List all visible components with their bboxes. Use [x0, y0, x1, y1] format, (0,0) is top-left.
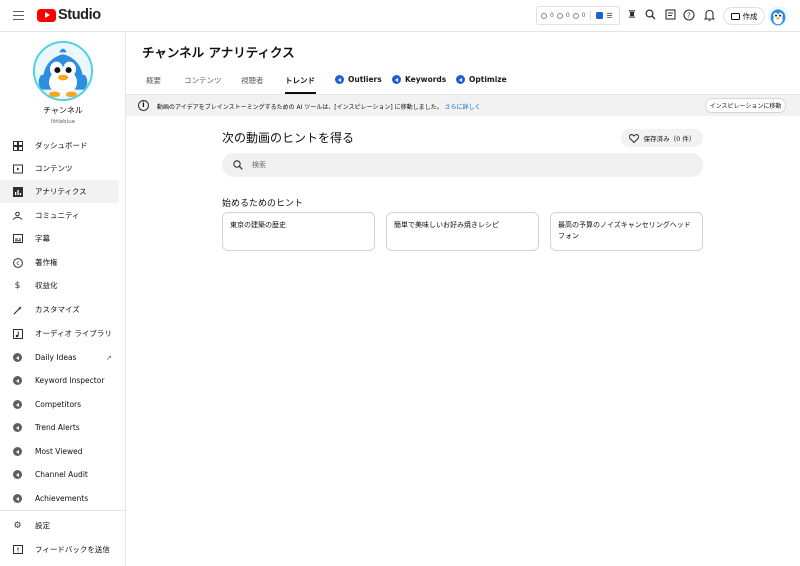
analytics-icon	[12, 186, 23, 197]
studio-logo[interactable]: Studio	[37, 7, 101, 23]
section-title: 次の動画のヒントを得る	[222, 131, 355, 145]
audio-library-icon	[12, 328, 23, 339]
content-icon	[12, 163, 23, 174]
subtitles-icon	[12, 233, 23, 244]
counter-value: 0	[550, 12, 554, 19]
channel-name: チャンネル	[43, 106, 83, 115]
search-placeholder: 検索	[252, 161, 266, 169]
sidebar-item-audio-library[interactable]: オーディオ ライブラリ	[0, 322, 119, 345]
dollar-icon: $	[14, 280, 21, 291]
hint-card[interactable]: 簡単で美味しいお好み焼きレシピ	[386, 212, 539, 251]
camera-icon	[730, 12, 740, 20]
sidebar-item-trend-alerts[interactable]: Trend Alerts	[0, 416, 119, 439]
tab-outliers[interactable]: Outliers	[335, 75, 382, 84]
sidebar-item-most-viewed[interactable]: Most Viewed	[0, 440, 119, 463]
counter-value: 0	[581, 12, 586, 19]
tab-overview[interactable]: 概要	[146, 75, 161, 86]
search-input[interactable]: 検索	[222, 153, 703, 177]
info-icon: i	[138, 100, 149, 111]
analytics-tabs: 概要 コンテンツ 視聴者 トレンド Outliers Keywords Opti…	[126, 70, 800, 94]
feedback-icon[interactable]	[664, 9, 676, 21]
trophy-icon[interactable]: ♜	[626, 9, 638, 21]
community-icon	[12, 210, 23, 221]
extension-icon	[456, 75, 465, 84]
customize-icon	[12, 304, 23, 315]
sidebar-item-content[interactable]: コンテンツ	[0, 157, 119, 180]
extension-icon	[12, 375, 23, 386]
sidebar-item-customization[interactable]: カスタマイズ	[0, 298, 119, 321]
extension-icon	[12, 493, 23, 504]
sidebar-divider	[0, 510, 126, 511]
create-button[interactable]: 作成	[723, 7, 765, 25]
search-icon	[233, 160, 243, 170]
svg-text:c: c	[16, 260, 19, 267]
saved-button[interactable]: 保存済み（0 件）	[621, 129, 703, 147]
account-avatar[interactable]	[768, 6, 788, 26]
page-title: チャンネル アナリティクス	[142, 45, 295, 60]
learn-more-link[interactable]: さらに詳しく	[445, 104, 481, 111]
hint-card[interactable]: 東京の建築の歴史	[222, 212, 375, 251]
divider	[590, 10, 592, 21]
extension-icon	[12, 422, 23, 433]
sidebar-item-keyword-inspector[interactable]: Keyword Inspector	[0, 369, 119, 392]
extension-counters[interactable]: 0 0 0 ☰	[536, 6, 620, 25]
dashboard-icon	[12, 140, 23, 151]
youtube-play-icon	[37, 8, 56, 22]
top-bar: Studio 0 0 0 ☰ ♜ ? 作成	[0, 0, 800, 32]
sidebar-item-subtitles[interactable]: 字幕	[0, 227, 119, 250]
sidebar-item-settings[interactable]: ⚙ 設定	[0, 514, 119, 537]
sidebar-item-achievements[interactable]: Achievements	[0, 487, 119, 510]
tab-content[interactable]: コンテンツ	[184, 75, 222, 86]
go-to-inspiration-button[interactable]: インスピレーションに移動	[705, 98, 786, 113]
sidebar-item-monetization[interactable]: $ 収益化	[0, 274, 119, 297]
channel-handle: littleblue	[50, 119, 76, 125]
tab-audience[interactable]: 視聴者	[241, 75, 264, 86]
tab-optimize[interactable]: Optimize	[456, 75, 507, 84]
banner-message: 動画のアイデアをブレインストーミングするための AI ツールは、[インスピレーシ…	[157, 104, 443, 111]
open-external-icon[interactable]: ↗	[106, 354, 112, 362]
sidebar-item-channel-audit[interactable]: Channel Audit	[0, 463, 119, 486]
sidebar-item-analytics[interactable]: アナリティクス	[0, 180, 119, 203]
sidebar-item-daily-ideas[interactable]: Daily Ideas ↗	[0, 346, 119, 369]
extension-icon	[12, 399, 23, 410]
tab-trends[interactable]: トレンド	[285, 75, 315, 86]
hamburger-icon[interactable]	[13, 11, 24, 20]
clock-icon	[541, 12, 547, 19]
sidebar-item-dashboard[interactable]: ダッシュボード	[0, 134, 119, 157]
extension-icon	[392, 75, 401, 84]
counter-value: 0	[565, 12, 570, 19]
hint-card[interactable]: 最高の予算のノイズキャンセリングヘッドフォン	[550, 212, 703, 251]
channel-avatar[interactable]	[33, 41, 93, 101]
tab-keywords[interactable]: Keywords	[392, 75, 446, 84]
extension-icon[interactable]	[596, 12, 604, 19]
extension-icon	[12, 446, 23, 457]
svg-text:?: ?	[687, 12, 691, 20]
feedback-icon	[12, 544, 23, 555]
sidebar-item-community[interactable]: コミュニティ	[0, 204, 119, 227]
hints-heading: 始めるためのヒント	[222, 199, 304, 209]
info-banner: i 動画のアイデアをブレインストーミングするための AI ツールは、[インスピレ…	[126, 94, 800, 116]
copyright-icon: c	[12, 257, 23, 268]
settings-icon: ⚙	[13, 520, 22, 531]
extension-icon	[335, 75, 344, 84]
bars-icon[interactable]: ☰	[606, 12, 612, 20]
sidebar-item-competitors[interactable]: Competitors	[0, 393, 119, 416]
extension-icon	[12, 352, 23, 363]
heart-icon	[628, 133, 639, 143]
extension-icon	[12, 469, 23, 480]
sidebar: チャンネル littleblue ダッシュボード コンテンツ アナリティクス コ…	[0, 32, 126, 566]
search-icon[interactable]	[644, 9, 656, 21]
eye-icon	[572, 12, 579, 19]
sidebar-item-send-feedback[interactable]: フィードバックを送信	[0, 538, 119, 561]
help-icon[interactable]: ?	[683, 9, 695, 21]
eye-icon	[556, 12, 563, 19]
bell-icon[interactable]	[703, 9, 715, 21]
sidebar-item-copyright[interactable]: c 著作権	[0, 251, 119, 274]
